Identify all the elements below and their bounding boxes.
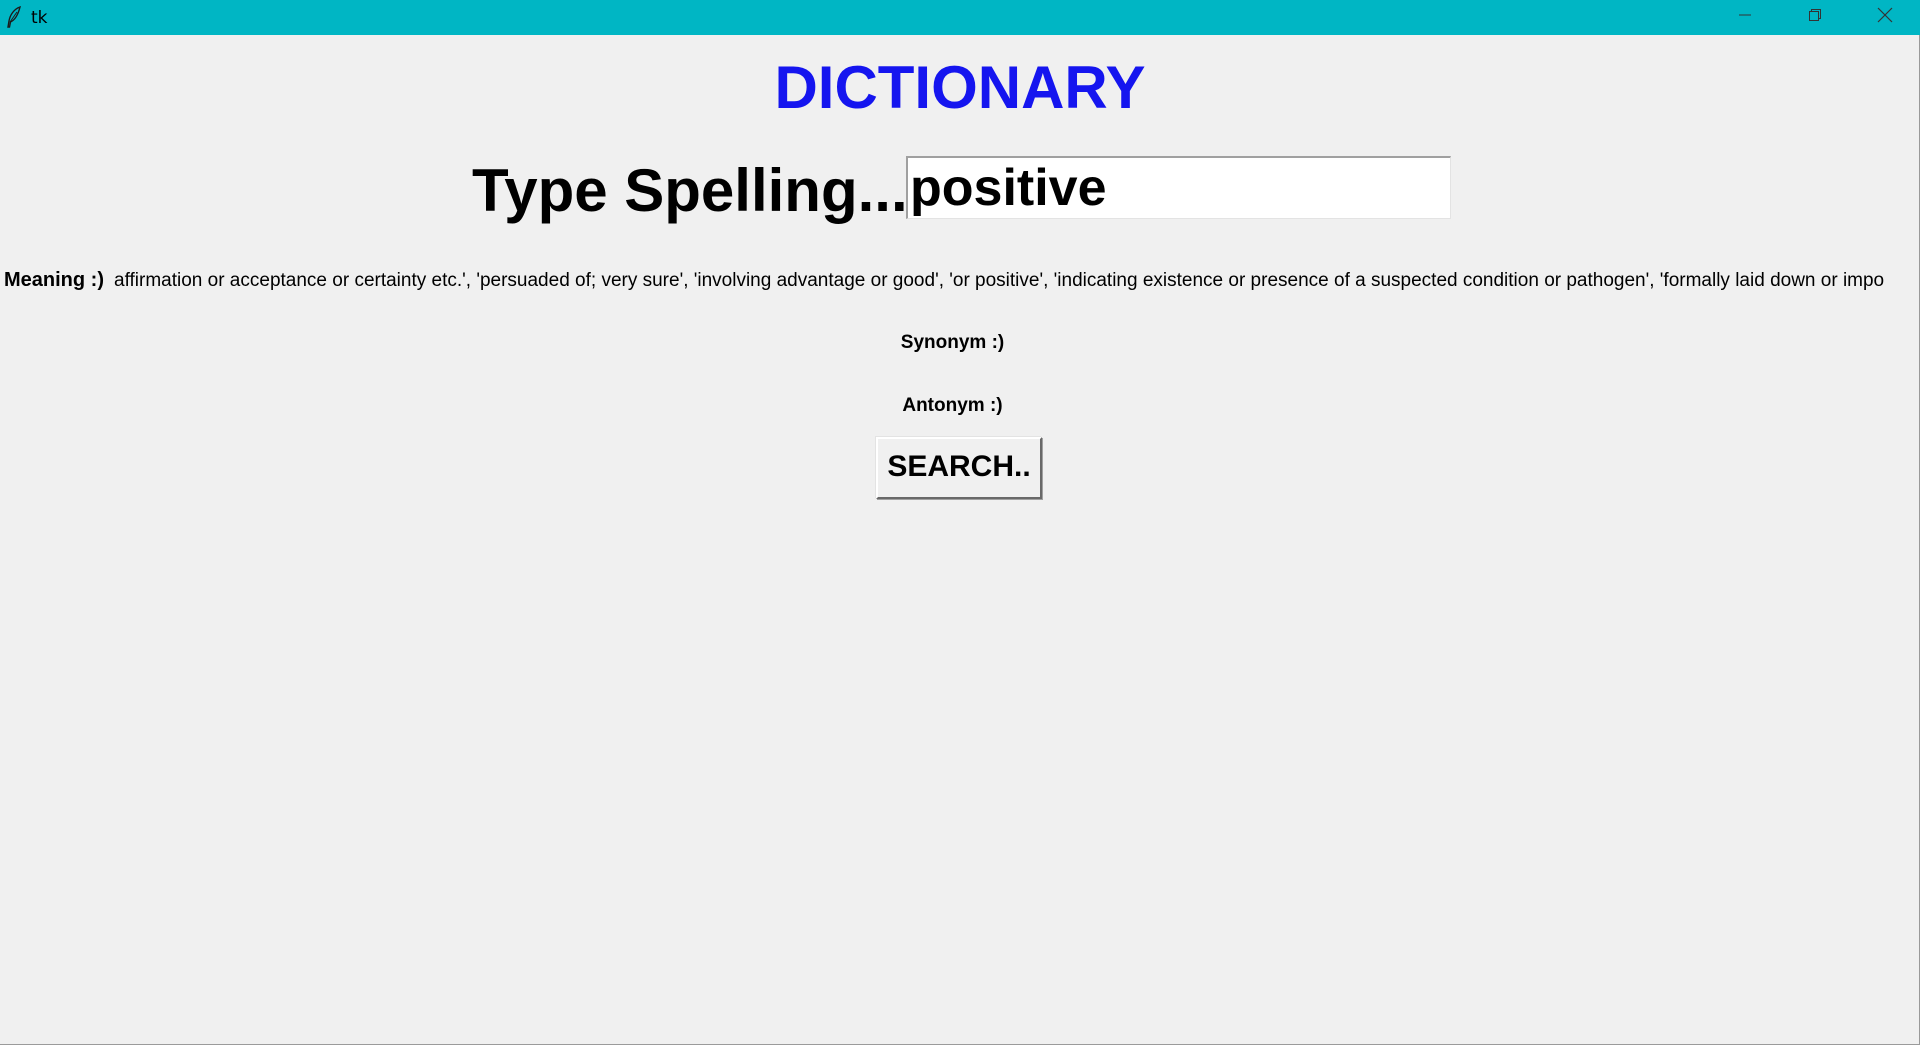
title-bar[interactable]: tk — [0, 0, 1920, 35]
antonym-label: Antonym :) — [902, 395, 1003, 416]
meaning-row: Meaning :) affirmation or acceptance or c… — [4, 268, 1916, 292]
window-title: tk — [31, 8, 48, 28]
close-icon — [1877, 7, 1893, 28]
minimize-icon — [1738, 8, 1752, 27]
close-button[interactable] — [1850, 0, 1920, 35]
restore-button[interactable] — [1780, 0, 1850, 35]
minimize-button[interactable] — [1710, 0, 1780, 35]
type-spelling-label: Type Spelling... — [472, 157, 908, 224]
meaning-label: Meaning :) — [4, 269, 104, 291]
tk-feather-icon — [6, 5, 22, 28]
search-button[interactable]: SEARCH.. — [876, 437, 1042, 499]
meaning-text: affirmation or acceptance or certainty e… — [114, 270, 1885, 291]
word-input[interactable] — [906, 156, 1451, 219]
synonym-label: Synonym :) — [900, 332, 1005, 353]
tk-window: tk DICTIONARY Type Spelling... positive … — [0, 0, 1920, 1045]
restore-icon — [1808, 8, 1822, 27]
dictionary-heading: DICTIONARY — [774, 54, 1146, 121]
